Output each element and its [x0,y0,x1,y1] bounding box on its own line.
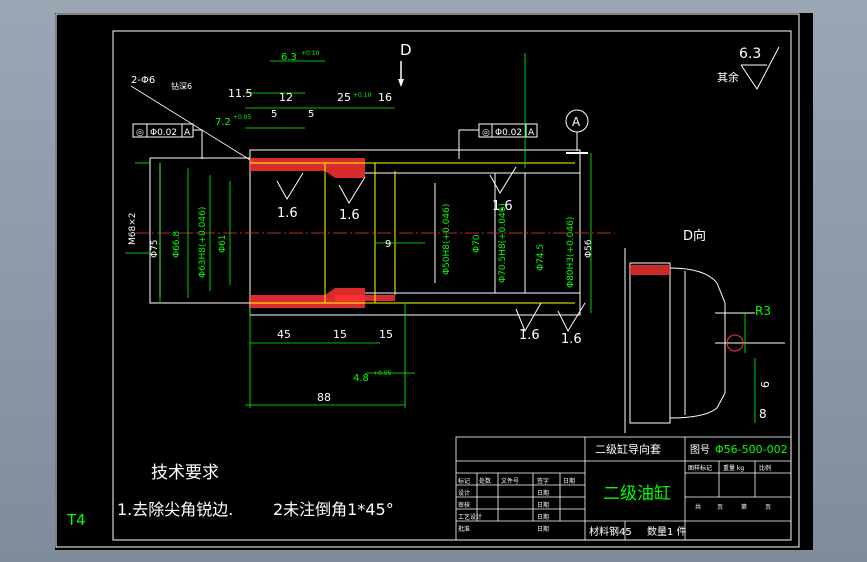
dim-top-6: 16 [378,91,392,104]
svg-text:处数: 处数 [479,477,491,485]
tb-quantity-label: 数量 [647,525,667,538]
dim-top-7: 5 [308,109,314,120]
dim-top-1: 11.5 [228,87,253,100]
section-d-label: D [400,41,412,59]
svg-text:重量 kg: 重量 kg [723,464,744,472]
svg-text:Φ0.02: Φ0.02 [495,128,522,138]
dim-left-4: Φ61 [218,234,228,253]
svg-text:页: 页 [765,504,771,511]
svg-text:其余: 其余 [717,70,739,84]
dim-top-5: 25 [337,91,351,104]
roughness-3: 1.6 [519,328,540,343]
roughness-1: 1.6 [339,208,360,223]
svg-text:+0.10: +0.10 [301,50,320,57]
dim-bottom-0: 45 [277,328,291,341]
dim-bottom-1: 15 [333,328,347,341]
svg-text:设计: 设计 [458,489,470,497]
svg-text:+0.05: +0.05 [233,114,252,121]
svg-text:共: 共 [695,503,701,511]
drill-callout: 钻深6 [171,81,192,91]
dim-right-0: Φ56 [584,239,594,258]
svg-text:D向: D向 [683,228,706,244]
dim-top-3: 7.2 [215,117,231,128]
tolerance-frame-left: ◎ Φ0.02 A [132,123,203,159]
cad-viewer: T4 6.3 其余 D 2-Φ6 钻深6 ◎ Φ0.02 A ◎ Φ0.02 A… [0,0,867,562]
svg-text:◎: ◎ [136,128,144,138]
sheet-tag: T4 [66,511,86,529]
notes-title: 技术要求 [151,463,219,483]
dim-left-0: M68×2 [128,213,138,245]
roughness-0: 1.6 [277,206,298,221]
svg-text:Φ0.02: Φ0.02 [150,128,177,138]
notes-line-1: 1.去除尖角锐边. [117,500,233,519]
tb-material: 钢45 [609,525,632,538]
tb-assembly: 二级油缸 [603,483,671,504]
dim-bore-0: Φ50H8(+0.046) [442,204,452,275]
svg-text:比例: 比例 [759,464,771,472]
svg-text:日期: 日期 [537,513,549,521]
svg-text:+0.10: +0.10 [353,92,372,99]
dim-inner: 9 [385,239,391,250]
dim-top-4: 5 [271,109,277,120]
dim-bore-1: Φ70 [472,234,482,253]
drawing-canvas: T4 6.3 其余 D 2-Φ6 钻深6 ◎ Φ0.02 A ◎ Φ0.02 A… [55,13,800,548]
svg-text:◎: ◎ [482,128,490,138]
dim-bottom-3: 88 [317,391,331,404]
dim-bore-2: Φ70.5H8(+0.046) [498,203,508,283]
svg-text:6.3: 6.3 [739,46,761,62]
roughness-2: 1.6 [492,199,513,214]
general-roughness: 6.3 其余 [717,46,780,90]
dim-detail-0: R3 [755,304,771,318]
svg-text:A: A [184,128,191,138]
detail-view-d: D向 R3 6 8 [624,228,785,433]
tb-material-label: 材料 [589,525,609,538]
tb-part-name: 二级缸导向套 [595,442,661,456]
svg-text:日期: 日期 [537,525,549,533]
dimension-lines [125,53,592,408]
drawing-sheet: T4 6.3 其余 D 2-Φ6 钻深6 ◎ Φ0.02 A ◎ Φ0.02 A… [55,13,813,550]
dim-bottom-4: 4.8 [353,373,369,384]
svg-text:文件号: 文件号 [501,477,519,485]
svg-text:页: 页 [717,504,723,511]
tb-quantity: 1 件 [667,526,687,538]
technical-notes: 技术要求 1.去除尖角锐边. 2未注倒角1*45° [117,463,394,519]
svg-text:工艺设计: 工艺设计 [458,513,482,521]
title-block: 二级缸导向套 图号 Φ56-500-002 二级油缸 材料 钢45 数量 1 件… [455,436,792,541]
notes-line-2: 2未注倒角1*45° [273,500,394,519]
tb-drawing-no: Φ56-500-002 [715,443,788,456]
dim-detail-2: 8 [759,407,767,421]
svg-text:A: A [528,128,535,138]
svg-text:批准: 批准 [458,525,470,533]
svg-text:日期: 日期 [563,477,575,485]
dim-left-3: Φ63H8(+0.046) [198,207,208,278]
datum-a: A [565,109,589,154]
holes-callout: 2-Φ6 [131,75,155,86]
svg-text:日期: 日期 [537,489,549,497]
dim-bottom-2: 15 [379,328,393,341]
dim-left-1: Φ75 [150,239,160,258]
dim-bore-4: Φ80H3(+0.046) [566,217,576,288]
dim-top-0: 6.3 [281,52,297,63]
svg-text:图样标记: 图样标记 [688,464,712,472]
dim-bore-3: Φ74.5 [536,244,546,271]
svg-text:标记: 标记 [458,477,470,485]
svg-text:+0.05: +0.05 [373,370,392,377]
roughness-4: 1.6 [561,332,582,347]
dim-detail-1: 6 [759,381,772,388]
svg-text:审核: 审核 [458,501,470,509]
svg-text:签字: 签字 [537,477,549,485]
tb-drawing-no-label: 图号 [690,444,710,456]
svg-text:第: 第 [741,503,747,511]
svg-text:A: A [572,115,581,129]
dim-left-2: Φ66.8 [172,231,182,258]
dim-top-2: 12 [279,91,293,104]
svg-text:日期: 日期 [537,501,549,509]
